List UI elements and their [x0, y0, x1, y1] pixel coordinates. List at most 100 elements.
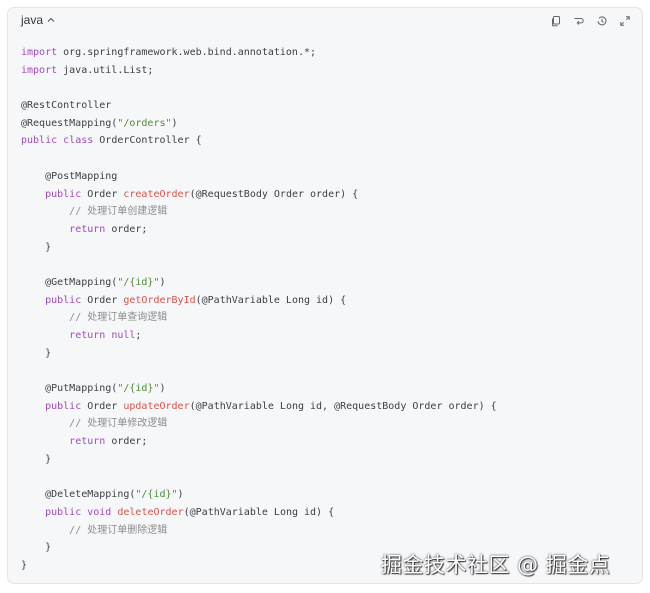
copy-icon[interactable] [548, 13, 564, 29]
code-token: // 处理订单创建逻辑 [69, 206, 168, 218]
code-token: null [111, 330, 136, 341]
code-token: } [21, 241, 52, 253]
code-line: } [21, 239, 497, 257]
language-label: java [21, 13, 44, 27]
code-line: return null; [21, 327, 497, 345]
code-token: public [21, 135, 58, 147]
code-token: (@RequestBody Order order) { [189, 188, 359, 200]
code-token: @RestController [21, 100, 112, 112]
code-line: @GetMapping("/{id}") [21, 274, 497, 292]
code-token: } [21, 347, 52, 359]
wrap-icon[interactable] [571, 13, 587, 29]
code-token: import [21, 64, 58, 76]
code-line: } [21, 451, 497, 469]
code-line: // 处理订单创建逻辑 [21, 203, 497, 221]
code-block-header: java [8, 8, 642, 34]
code-token: java.util.List; [57, 64, 154, 76]
code-token: ; [135, 330, 142, 341]
code-line: return order; [21, 221, 497, 239]
code-line: public void deleteOrder(@PathVariable Lo… [21, 504, 497, 522]
code-token: } [21, 453, 52, 465]
code-token: Order [81, 294, 124, 306]
code-token: ) [159, 276, 166, 288]
code-token: updateOrder [123, 400, 190, 412]
code-token: order; [105, 223, 148, 235]
code-line: @RestController [21, 97, 497, 115]
code-line: public Order createOrder(@RequestBody Or… [21, 186, 497, 204]
language-selector[interactable]: java [21, 13, 56, 27]
code-line: // 处理订单修改逻辑 [21, 415, 497, 433]
code-token: Order [81, 188, 124, 200]
code-token: return [69, 436, 106, 448]
code-token: ) [159, 383, 166, 395]
code-token: OrderController { [93, 135, 202, 147]
code-token: @DeleteMapping( [21, 489, 136, 501]
code-token: "/orders" [117, 117, 172, 129]
code-token: @RequestMapping( [21, 117, 118, 129]
code-token: import [21, 47, 58, 58]
code-token: public [45, 188, 82, 200]
code-token: public [45, 506, 82, 518]
code-token: createOrder [123, 188, 190, 200]
expand-icon[interactable] [617, 13, 633, 29]
code-token: (@PathVariable Long id) { [183, 506, 335, 518]
code-line: } [21, 345, 497, 363]
code-block: java import org.springframework.web.bind… [7, 7, 643, 584]
code-content[interactable]: import org.springframework.web.bind.anno… [21, 44, 497, 575]
code-token: void [87, 506, 112, 518]
code-toolbar [548, 13, 633, 29]
code-token: @PostMapping [21, 170, 118, 182]
code-token: "/{id}" [117, 276, 160, 288]
code-token: // 处理订单删除逻辑 [69, 524, 168, 536]
code-line: @RequestMapping("/orders") [21, 115, 497, 133]
chevron-up-icon [46, 15, 56, 25]
code-token: // 处理订单修改逻辑 [69, 418, 168, 430]
code-line: @DeleteMapping("/{id}") [21, 486, 497, 504]
code-token: order; [105, 436, 148, 448]
code-token: (@PathVariable Long id) { [195, 294, 347, 306]
code-token: } [21, 559, 28, 571]
code-token: class [63, 135, 94, 147]
code-line: @PostMapping [21, 168, 497, 186]
code-token: org.springframework.web.bind.annotation.… [57, 47, 317, 58]
code-line: import org.springframework.web.bind.anno… [21, 44, 497, 62]
code-token: } [21, 542, 52, 554]
code-token: return [69, 330, 106, 341]
code-line: public class OrderController { [21, 132, 497, 150]
code-line: import java.util.List; [21, 62, 497, 80]
code-token: ) [171, 117, 178, 129]
code-token: (@PathVariable Long id, @RequestBody Ord… [189, 400, 497, 412]
code-line: return order; [21, 433, 497, 451]
code-line: // 处理订单删除逻辑 [21, 522, 497, 540]
watermark: 掘金技术社区 @ 掘金点 [381, 553, 611, 577]
code-token: ) [177, 489, 184, 501]
code-token: // 处理订单查询逻辑 [69, 312, 168, 324]
history-icon[interactable] [594, 13, 610, 29]
code-token: "/{id}" [117, 383, 160, 395]
code-token: return [69, 223, 106, 235]
code-token: @GetMapping( [21, 276, 118, 288]
code-token: @PutMapping( [21, 383, 118, 395]
code-line: // 处理订单查询逻辑 [21, 309, 497, 327]
code-token: public [45, 400, 82, 412]
code-line: public Order updateOrder(@PathVariable L… [21, 398, 497, 416]
code-token: deleteOrder [117, 506, 184, 518]
code-line: @PutMapping("/{id}") [21, 380, 497, 398]
code-line: public Order getOrderById(@PathVariable … [21, 292, 497, 310]
code-token: public [45, 294, 82, 306]
